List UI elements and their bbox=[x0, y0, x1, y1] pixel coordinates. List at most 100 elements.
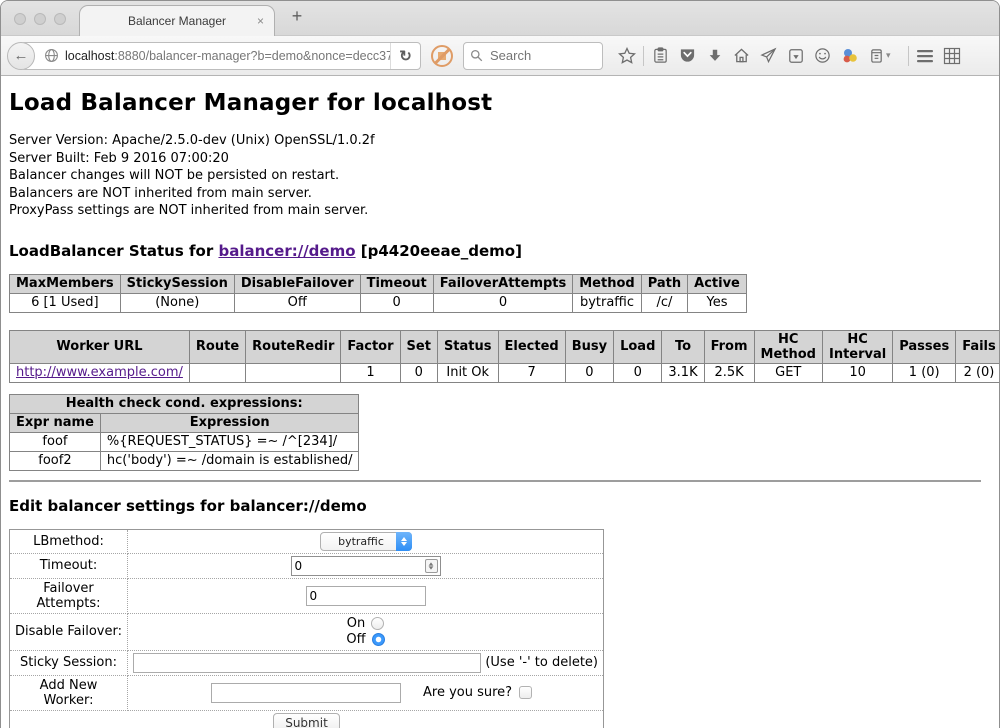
col-stickysession: StickySession bbox=[120, 274, 234, 293]
number-stepper-icon[interactable] bbox=[425, 559, 438, 573]
val-factor: 1 bbox=[341, 363, 400, 382]
val-hc-method: GET bbox=[754, 363, 822, 382]
reload-icon: ↻ bbox=[399, 47, 412, 65]
tiles-grid-icon[interactable] bbox=[939, 43, 966, 69]
table-row: 6 [1 Used] (None) Off 0 0 bytraffic /c/ … bbox=[10, 293, 747, 312]
timeout-input[interactable] bbox=[291, 556, 441, 576]
form-row-timeout: Timeout: bbox=[10, 553, 604, 578]
search-bar[interactable] bbox=[463, 42, 603, 70]
server-info: Server Version: Apache/2.5.0-dev (Unix) … bbox=[9, 132, 991, 220]
server-built: Server Built: Feb 9 2016 07:00:20 bbox=[9, 150, 991, 168]
val-failoverattempts: 0 bbox=[433, 293, 573, 312]
worker-url-link[interactable]: http://www.example.com/ bbox=[16, 365, 183, 380]
val-from: 2.5K bbox=[704, 363, 754, 382]
search-icon bbox=[470, 49, 483, 62]
url-path: :8880/balancer-manager?b=demo&nonce=decc… bbox=[114, 49, 390, 63]
window-close-button[interactable] bbox=[14, 13, 26, 25]
col-failoverattempts: FailoverAttempts bbox=[433, 274, 573, 293]
balancer-demo-link[interactable]: balancer://demo bbox=[218, 242, 355, 260]
val-worker-url: http://www.example.com/ bbox=[10, 363, 190, 382]
globe-icon bbox=[44, 48, 59, 63]
val-busy: 0 bbox=[565, 363, 613, 382]
col-routeredir: RouteRedir bbox=[246, 330, 341, 363]
plugin-blocked-icon[interactable] bbox=[431, 45, 453, 67]
form-row-sticky-session: Sticky Session: (Use '-' to delete) bbox=[10, 650, 604, 675]
reload-button[interactable]: ↻ bbox=[390, 43, 420, 69]
val-to: 3.1K bbox=[662, 363, 704, 382]
val-method: bytraffic bbox=[573, 293, 641, 312]
val-disablefailover: Off bbox=[234, 293, 360, 312]
failover-attempts-label: Failover Attempts: bbox=[10, 578, 128, 613]
val-routeredir bbox=[246, 363, 341, 382]
toolbar-icons: ▾ bbox=[613, 43, 966, 69]
disable-failover-label: Disable Failover: bbox=[10, 613, 128, 650]
val-timeout: 0 bbox=[360, 293, 433, 312]
add-worker-input[interactable] bbox=[211, 683, 401, 703]
disable-failover-off-radio[interactable] bbox=[372, 633, 385, 646]
col-timeout: Timeout bbox=[360, 274, 433, 293]
tab-bar: Balancer Manager × + bbox=[1, 1, 999, 35]
pocket-icon[interactable] bbox=[674, 43, 701, 69]
window-zoom-button[interactable] bbox=[54, 13, 66, 25]
reading-list-icon[interactable] bbox=[647, 43, 674, 69]
are-you-sure-checkbox[interactable] bbox=[519, 686, 532, 699]
select-stepper-icon bbox=[396, 532, 412, 551]
window-minimize-button[interactable] bbox=[34, 13, 46, 25]
col-fails: Fails bbox=[956, 330, 999, 363]
search-input[interactable] bbox=[488, 47, 596, 64]
col-hc-method: HC Method bbox=[754, 330, 822, 363]
table-header-row: Worker URL Route RouteRedir Factor Set S… bbox=[10, 330, 1000, 363]
col-set: Set bbox=[400, 330, 437, 363]
forum-smiley-icon[interactable] bbox=[809, 43, 836, 69]
are-you-sure-label: Are you sure? bbox=[423, 685, 512, 700]
back-icon: ← bbox=[14, 47, 29, 64]
lbmethod-label: LBmethod: bbox=[10, 529, 128, 553]
col-route: Route bbox=[189, 330, 245, 363]
disable-failover-on-radio[interactable] bbox=[371, 617, 384, 630]
lbmethod-select[interactable]: bytraffic bbox=[320, 532, 412, 551]
tab-title: Balancer Manager bbox=[128, 14, 226, 28]
col-factor: Factor bbox=[341, 330, 400, 363]
overflow-caret-icon[interactable]: ▾ bbox=[886, 50, 891, 61]
table-header-row: Expr name Expression bbox=[10, 413, 359, 432]
back-button[interactable]: ← bbox=[7, 42, 35, 70]
plugin-blocked-slash bbox=[434, 48, 450, 64]
new-tab-button[interactable]: + bbox=[285, 6, 309, 27]
val-expression-2: hc('body') =~ /domain is established/ bbox=[100, 451, 359, 470]
health-check-table: Health check cond. expressions: Expr nam… bbox=[9, 394, 359, 471]
downloads-icon[interactable] bbox=[701, 43, 728, 69]
table-title-row: Health check cond. expressions: bbox=[10, 394, 359, 413]
send-tab-icon[interactable] bbox=[755, 43, 782, 69]
colored-dots-icon[interactable] bbox=[836, 43, 863, 69]
val-fails: 2 (0) bbox=[956, 363, 999, 382]
url-text[interactable]: localhost:8880/balancer-manager?b=demo&n… bbox=[65, 49, 390, 63]
timeout-label: Timeout: bbox=[10, 553, 128, 578]
col-hc-interval: HC Interval bbox=[822, 330, 892, 363]
val-stickysession: (None) bbox=[120, 293, 234, 312]
val-active: Yes bbox=[688, 293, 747, 312]
bookmark-star-icon[interactable] bbox=[613, 43, 640, 69]
window-controls bbox=[14, 13, 66, 25]
home-icon[interactable] bbox=[728, 43, 755, 69]
val-elected: 7 bbox=[498, 363, 565, 382]
submit-button[interactable]: Submit bbox=[273, 713, 340, 728]
form-row-submit: Submit bbox=[10, 710, 604, 728]
val-expr-name-1: foof bbox=[10, 432, 101, 451]
menu-hamburger-icon[interactable] bbox=[912, 43, 939, 69]
toolbar-separator-2 bbox=[908, 46, 909, 66]
tab-close-icon[interactable]: × bbox=[257, 14, 264, 28]
notice-proxypass: ProxyPass settings are NOT inherited fro… bbox=[9, 202, 991, 220]
table-header-row: MaxMembers StickySession DisableFailover… bbox=[10, 274, 747, 293]
browser-window: Balancer Manager × + ← localhost:8880/ba… bbox=[0, 0, 1000, 728]
screenshot-icon[interactable] bbox=[782, 43, 809, 69]
url-bar[interactable]: localhost:8880/balancer-manager?b=demo&n… bbox=[21, 42, 421, 70]
sticky-session-input[interactable] bbox=[133, 653, 481, 673]
failover-attempts-input[interactable] bbox=[306, 586, 426, 606]
val-path: /c/ bbox=[641, 293, 687, 312]
tab-balancer-manager[interactable]: Balancer Manager × bbox=[79, 5, 275, 36]
val-maxmembers: 6 [1 Used] bbox=[10, 293, 121, 312]
col-status: Status bbox=[437, 330, 498, 363]
toolbar-separator bbox=[643, 46, 644, 66]
val-set: 0 bbox=[400, 363, 437, 382]
val-passes: 1 (0) bbox=[893, 363, 956, 382]
